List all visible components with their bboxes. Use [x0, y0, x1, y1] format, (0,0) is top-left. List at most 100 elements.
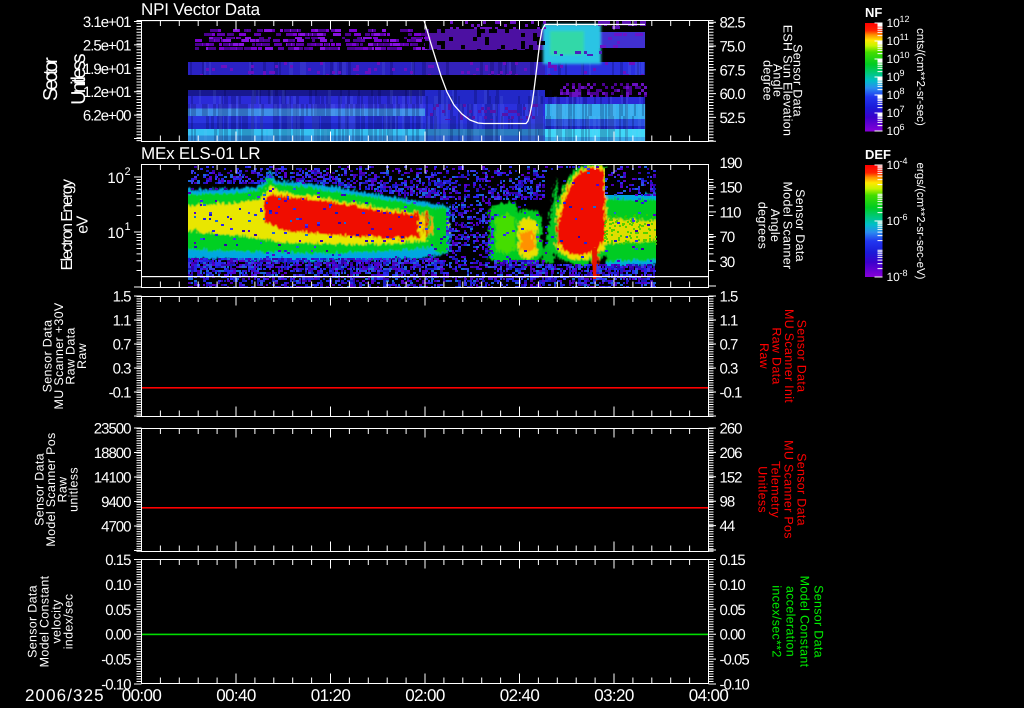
svg-text:10: 10: [887, 16, 901, 30]
svg-text:-6: -6: [900, 212, 908, 222]
svg-text:67.5: 67.5: [720, 62, 746, 79]
svg-text:1.1: 1.1: [720, 313, 739, 330]
svg-text:10: 10: [887, 70, 901, 84]
svg-text:1.5: 1.5: [113, 289, 132, 306]
svg-text:10: 10: [887, 158, 901, 172]
svg-text:eV: eV: [75, 215, 92, 233]
svg-text:2: 2: [125, 166, 131, 178]
svg-text:0.15: 0.15: [720, 552, 746, 569]
svg-text:Sensor Data: Sensor Data: [812, 585, 826, 658]
svg-text:12: 12: [900, 14, 910, 24]
svg-text:0.7: 0.7: [113, 337, 132, 354]
svg-text:10: 10: [107, 225, 124, 242]
svg-text:1.2e+01: 1.2e+01: [83, 84, 131, 101]
svg-text:1.5: 1.5: [720, 289, 739, 306]
svg-text:0.7: 0.7: [720, 337, 739, 354]
svg-text:1.1: 1.1: [113, 313, 132, 330]
svg-text:index/sec: index/sec: [61, 594, 75, 650]
svg-text:00:40: 00:40: [216, 686, 256, 705]
svg-text:04:00: 04:00: [689, 686, 729, 705]
svg-text:206: 206: [720, 445, 743, 462]
svg-text:Unitless: Unitless: [756, 466, 770, 513]
svg-text:23500: 23500: [94, 421, 131, 438]
svg-text:01:20: 01:20: [311, 686, 351, 705]
svg-text:82.5: 82.5: [720, 15, 746, 32]
svg-text:ergs/(cm**2-sr-sec-eV): ergs/(cm**2-sr-sec-eV): [914, 163, 926, 280]
svg-text:Raw: Raw: [757, 343, 771, 370]
svg-text:2006/325: 2006/325: [25, 686, 105, 705]
svg-text:00:00: 00:00: [122, 686, 162, 705]
svg-text:degrees: degrees: [756, 202, 770, 249]
svg-text:6: 6: [900, 122, 905, 132]
svg-text:3.1e+01: 3.1e+01: [83, 14, 131, 31]
svg-text:10: 10: [887, 106, 901, 120]
svg-text:14100: 14100: [94, 470, 131, 487]
svg-text:Raw: Raw: [75, 342, 89, 369]
svg-text:152: 152: [720, 469, 743, 486]
svg-text:03:20: 03:20: [594, 686, 634, 705]
svg-text:Electron Energy: Electron Energy: [59, 179, 76, 270]
svg-text:-0.1: -0.1: [720, 385, 743, 402]
svg-text:8: 8: [900, 86, 905, 96]
svg-text:10: 10: [887, 214, 901, 228]
svg-text:11: 11: [900, 32, 909, 42]
svg-text:10: 10: [887, 88, 901, 102]
svg-text:44: 44: [720, 518, 735, 535]
svg-text:9: 9: [900, 68, 905, 78]
svg-text:incex/sec**2: incex/sec**2: [770, 585, 784, 657]
svg-text:75.0: 75.0: [720, 39, 746, 56]
svg-text:9400: 9400: [101, 494, 131, 511]
svg-text:acceleration: acceleration: [784, 586, 798, 657]
svg-text:150: 150: [720, 180, 743, 197]
svg-text:52.5: 52.5: [720, 110, 746, 127]
svg-text:Sector: Sector: [40, 57, 62, 101]
svg-text:0.05: 0.05: [105, 602, 131, 619]
svg-text:degree: degree: [761, 60, 775, 101]
svg-text:10: 10: [887, 52, 901, 66]
svg-text:2.5e+01: 2.5e+01: [83, 37, 131, 54]
svg-text:4700: 4700: [101, 519, 131, 536]
svg-text:0.00: 0.00: [105, 627, 131, 644]
svg-text:30: 30: [720, 254, 735, 271]
svg-text:02:00: 02:00: [405, 686, 445, 705]
svg-text:-0.05: -0.05: [101, 652, 131, 669]
svg-text:10: 10: [107, 170, 124, 187]
svg-text:260: 260: [720, 421, 743, 438]
svg-text:6.2e+00: 6.2e+00: [83, 108, 131, 125]
svg-text:98: 98: [720, 494, 735, 511]
svg-text:MEx ELS-01 LR: MEx ELS-01 LR: [141, 144, 260, 163]
svg-text:1: 1: [125, 221, 131, 233]
svg-text:Model Constant: Model Constant: [798, 576, 812, 668]
svg-text:7: 7: [900, 104, 905, 114]
svg-text:cnts/(cm**2-sr-sec): cnts/(cm**2-sr-sec): [914, 28, 926, 126]
svg-text:0.15: 0.15: [105, 552, 131, 569]
svg-text:0.3: 0.3: [720, 361, 739, 378]
svg-text:10: 10: [900, 50, 910, 60]
svg-text:110: 110: [720, 204, 742, 221]
svg-text:NF: NF: [865, 5, 882, 20]
svg-text:-4: -4: [900, 156, 908, 166]
svg-text:-0.05: -0.05: [720, 652, 750, 669]
svg-text:10: 10: [887, 124, 901, 138]
svg-text:10: 10: [887, 270, 901, 284]
svg-text:0.10: 0.10: [720, 577, 746, 594]
svg-text:190: 190: [720, 155, 743, 172]
svg-text:0.05: 0.05: [720, 602, 746, 619]
svg-text:0.10: 0.10: [105, 577, 131, 594]
svg-text:Unitless: Unitless: [68, 53, 90, 105]
svg-text:70: 70: [720, 229, 735, 246]
svg-text:0.3: 0.3: [113, 361, 132, 378]
svg-text:-0.1: -0.1: [109, 385, 132, 402]
svg-text:10: 10: [887, 34, 901, 48]
svg-text:18800: 18800: [94, 445, 131, 462]
svg-text:60.0: 60.0: [720, 86, 746, 103]
svg-text:1.9e+01: 1.9e+01: [83, 61, 131, 78]
svg-text:unitless: unitless: [66, 467, 80, 512]
svg-text:MU Scanner Pos: MU Scanner Pos: [782, 440, 796, 539]
svg-text:02:40: 02:40: [500, 686, 540, 705]
svg-text:0.00: 0.00: [720, 627, 746, 644]
svg-text:Telemetry: Telemetry: [769, 461, 783, 518]
svg-text:-8: -8: [900, 268, 908, 278]
svg-text:NPI Vector Data: NPI Vector Data: [141, 0, 261, 19]
svg-text:Sensor Data: Sensor Data: [795, 453, 809, 526]
